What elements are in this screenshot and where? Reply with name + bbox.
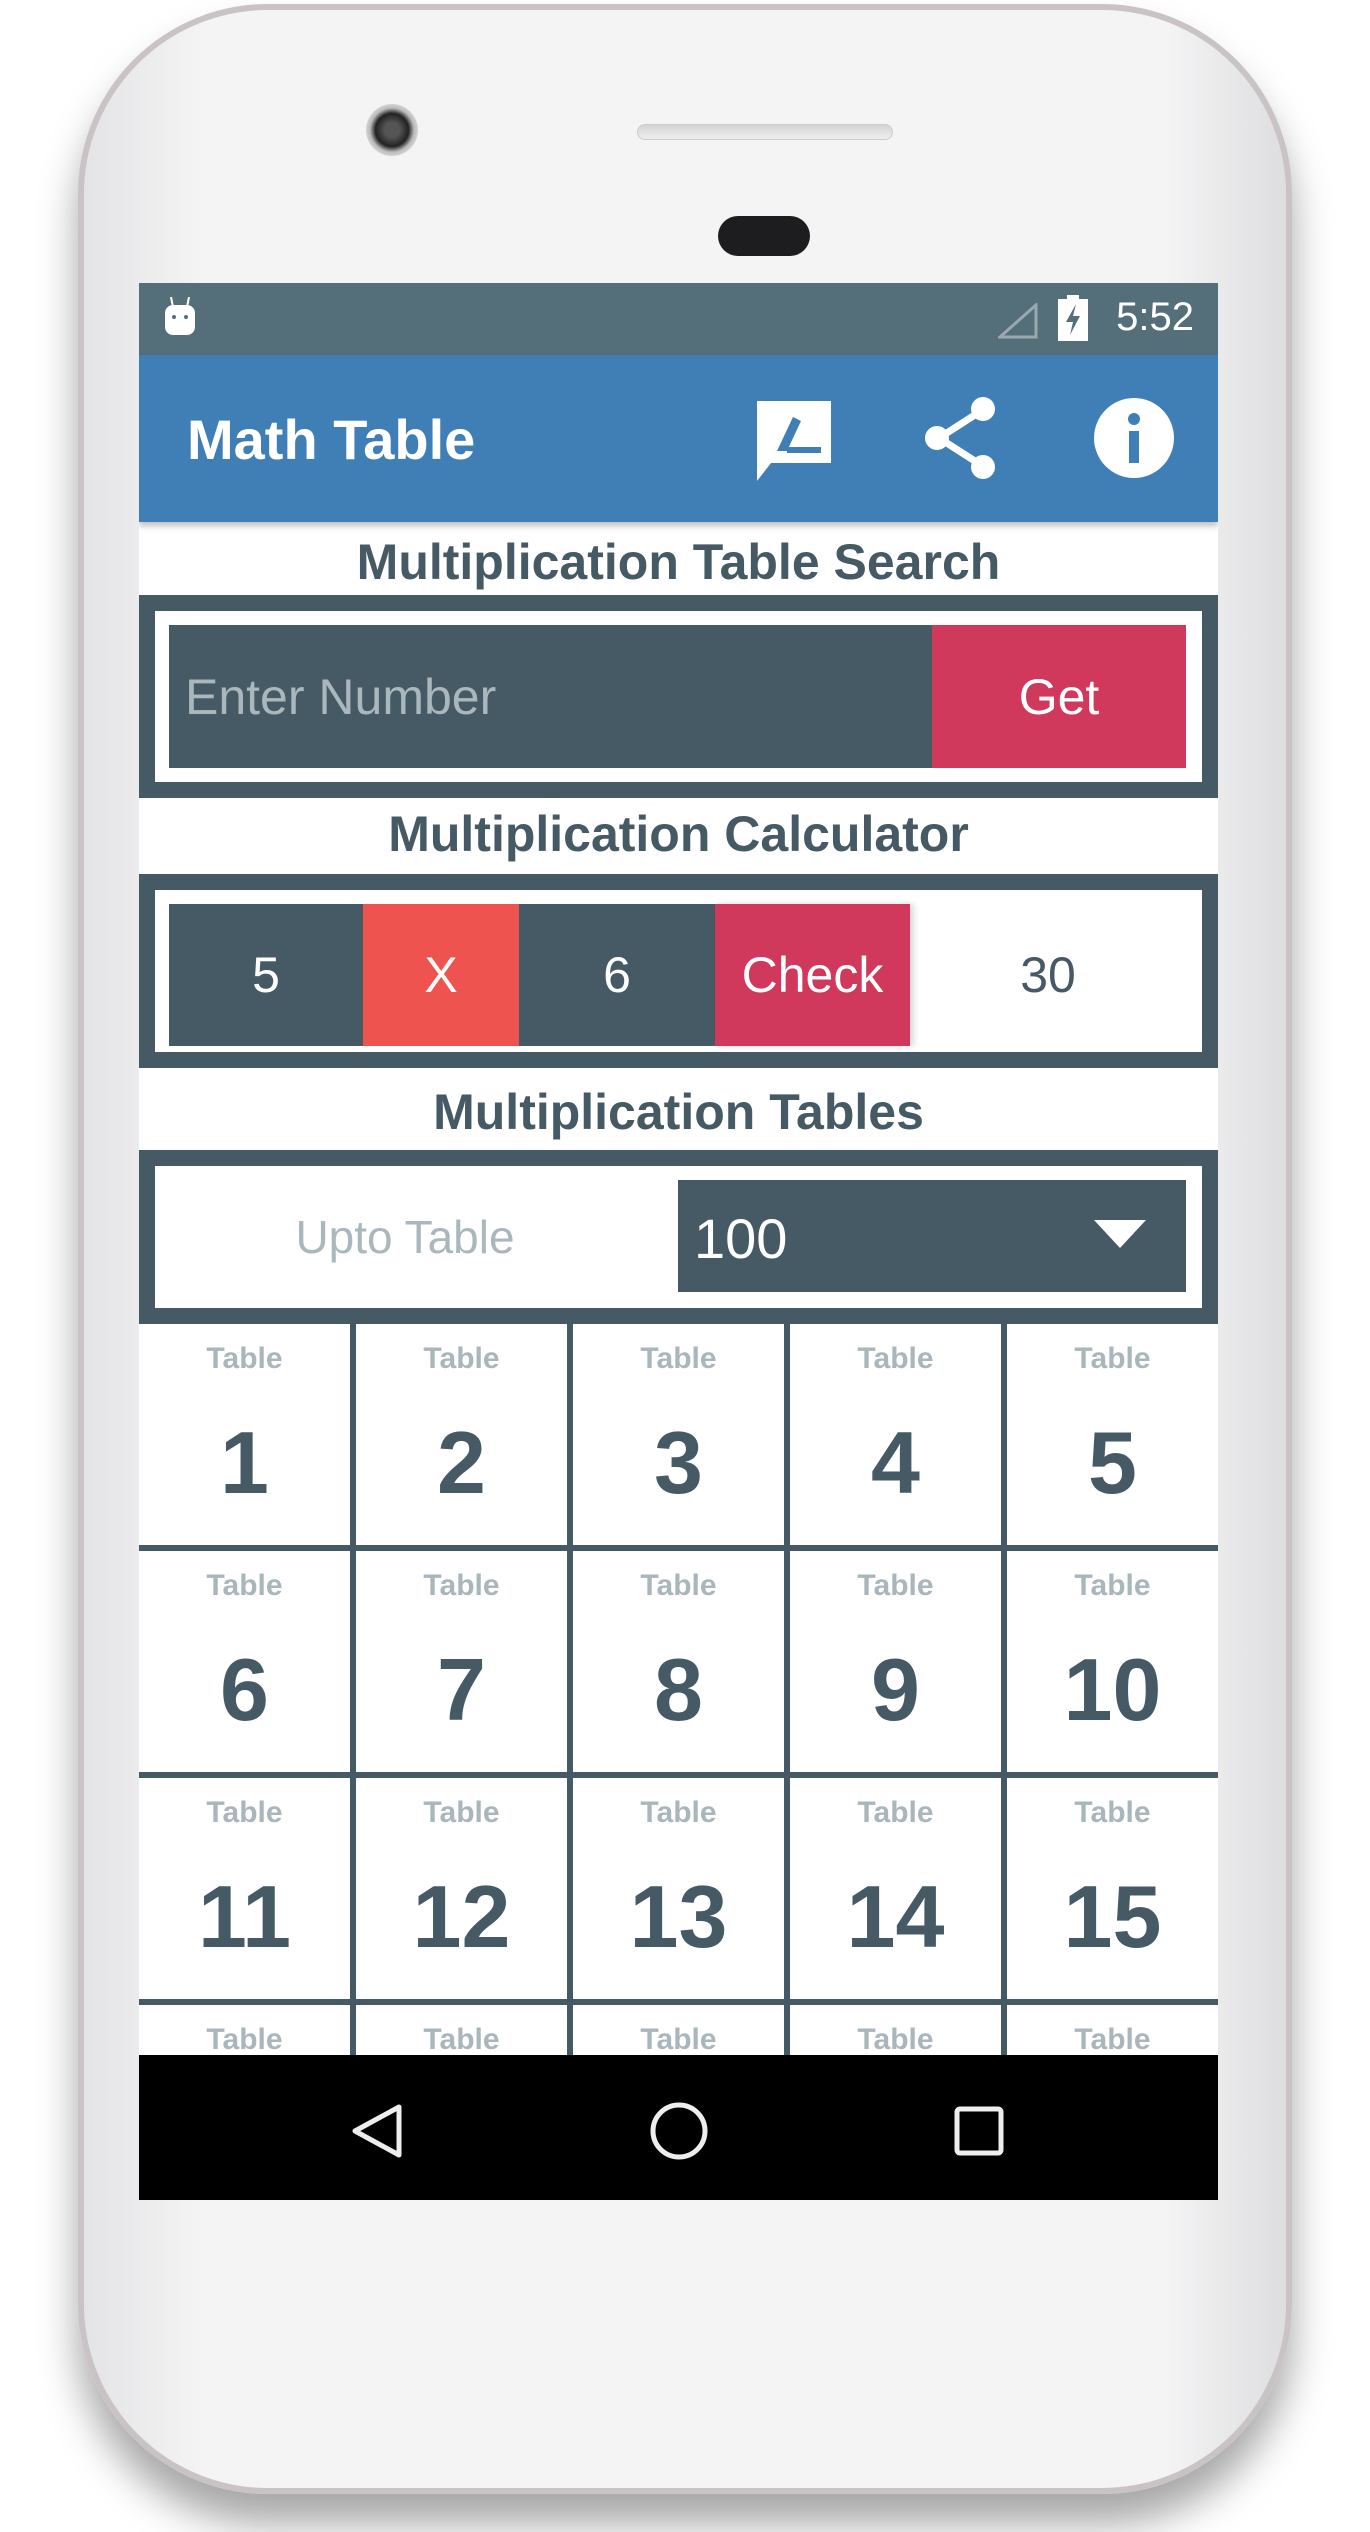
table-label: Table (857, 1569, 934, 1602)
table-label: Table (206, 1569, 283, 1602)
table-item[interactable]: Table 6 (139, 1551, 350, 1772)
table-label: Table (857, 1342, 934, 1375)
second-operand[interactable]: 6 (519, 904, 715, 1046)
table-item[interactable]: Table 14 (790, 1778, 1001, 1999)
upto-dropdown[interactable]: 100 (678, 1180, 1186, 1292)
table-item[interactable]: Table 11 (139, 1778, 350, 1999)
table-label: Table (1074, 1342, 1151, 1375)
table-item[interactable]: Table 7 (356, 1551, 567, 1772)
table-item[interactable]: Table 5 (1007, 1324, 1218, 1545)
earpiece (718, 216, 810, 256)
app-bar: Math Table (139, 355, 1218, 522)
tables-panel: Upto Table 100 (139, 1150, 1218, 1324)
table-label: Table (640, 2023, 717, 2056)
battery-charging-icon (1058, 295, 1088, 341)
table-number: 5 (1088, 1413, 1137, 1512)
upto-value: 100 (694, 1207, 788, 1270)
table-number: 11 (197, 1867, 292, 1966)
table-label: Table (206, 1796, 283, 1829)
back-icon[interactable] (351, 2103, 403, 2159)
table-label: Table (206, 2023, 283, 2056)
table-item[interactable]: Table 15 (1007, 1778, 1218, 1999)
table-label: Table (640, 1569, 717, 1602)
app-title: Math Table (187, 408, 476, 471)
status-bar: 5:52 (139, 283, 1218, 355)
table-label: Table (857, 1796, 934, 1829)
feedback-icon[interactable] (749, 393, 839, 483)
table-label: Table (206, 1342, 283, 1375)
upto-label: Upto Table (295, 1211, 515, 1263)
table-label: Table (640, 1342, 717, 1375)
table-label: Table (423, 1342, 500, 1375)
table-item[interactable]: Table 3 (573, 1324, 784, 1545)
table-number: 8 (654, 1640, 703, 1739)
tables-heading: Multiplication Tables (433, 1084, 924, 1140)
clock: 5:52 (1116, 295, 1194, 339)
table-label: Table (423, 1796, 500, 1829)
chevron-down-icon (1094, 1220, 1146, 1248)
table-number: 12 (412, 1867, 511, 1966)
table-item[interactable]: Table 10 (1007, 1551, 1218, 1772)
table-number: 10 (1063, 1640, 1162, 1739)
signal-icon (998, 303, 1038, 339)
table-label: Table (1074, 1569, 1151, 1602)
table-number: 9 (871, 1640, 920, 1739)
table-item[interactable]: Table 8 (573, 1551, 784, 1772)
table-number: 1 (220, 1413, 269, 1512)
table-item[interactable]: Table 13 (573, 1778, 784, 1999)
share-icon[interactable] (919, 393, 1009, 483)
table-number: 2 (437, 1413, 486, 1512)
table-number: 14 (846, 1867, 945, 1966)
table-number: 3 (654, 1413, 703, 1512)
table-item[interactable]: Table 1 (139, 1324, 350, 1545)
home-icon[interactable] (649, 2101, 709, 2161)
info-icon[interactable] (1089, 393, 1179, 483)
result-value: 30 (1020, 947, 1076, 1003)
table-label: Table (423, 2023, 500, 2056)
android-icon (165, 297, 195, 335)
calculator-panel: 5 X 6 Check 30 (139, 874, 1218, 1068)
table-label: Table (1074, 1796, 1151, 1829)
table-label: Table (423, 1569, 500, 1602)
table-label: Table (1074, 2023, 1151, 2056)
search-panel: Get (139, 595, 1218, 798)
recents-icon[interactable] (953, 2105, 1005, 2157)
table-label: Table (640, 1796, 717, 1829)
search-heading: Multiplication Table Search (356, 534, 1001, 590)
table-item[interactable]: Table 2 (356, 1324, 567, 1545)
table-number: 7 (437, 1640, 486, 1739)
table-number: 15 (1063, 1867, 1162, 1966)
first-operand[interactable]: 5 (169, 904, 363, 1046)
number-input[interactable] (169, 625, 937, 768)
operator: X (363, 904, 519, 1046)
table-number: 13 (629, 1867, 728, 1966)
get-button[interactable]: Get (932, 625, 1186, 768)
calculator-heading: Multiplication Calculator (388, 806, 969, 862)
table-number: 4 (871, 1413, 920, 1512)
check-button[interactable]: Check (715, 904, 910, 1046)
screen: 5:52 Math Table Multiplication Table Sea… (139, 283, 1218, 2200)
navigation-bar (139, 2055, 1218, 2200)
table-label: Table (857, 2023, 934, 2056)
table-item[interactable]: Table 12 (356, 1778, 567, 1999)
front-camera (366, 104, 418, 156)
speaker-grille (637, 124, 893, 140)
table-item[interactable]: Table 4 (790, 1324, 1001, 1545)
table-item[interactable]: Table 9 (790, 1551, 1001, 1772)
table-number: 6 (220, 1640, 269, 1739)
